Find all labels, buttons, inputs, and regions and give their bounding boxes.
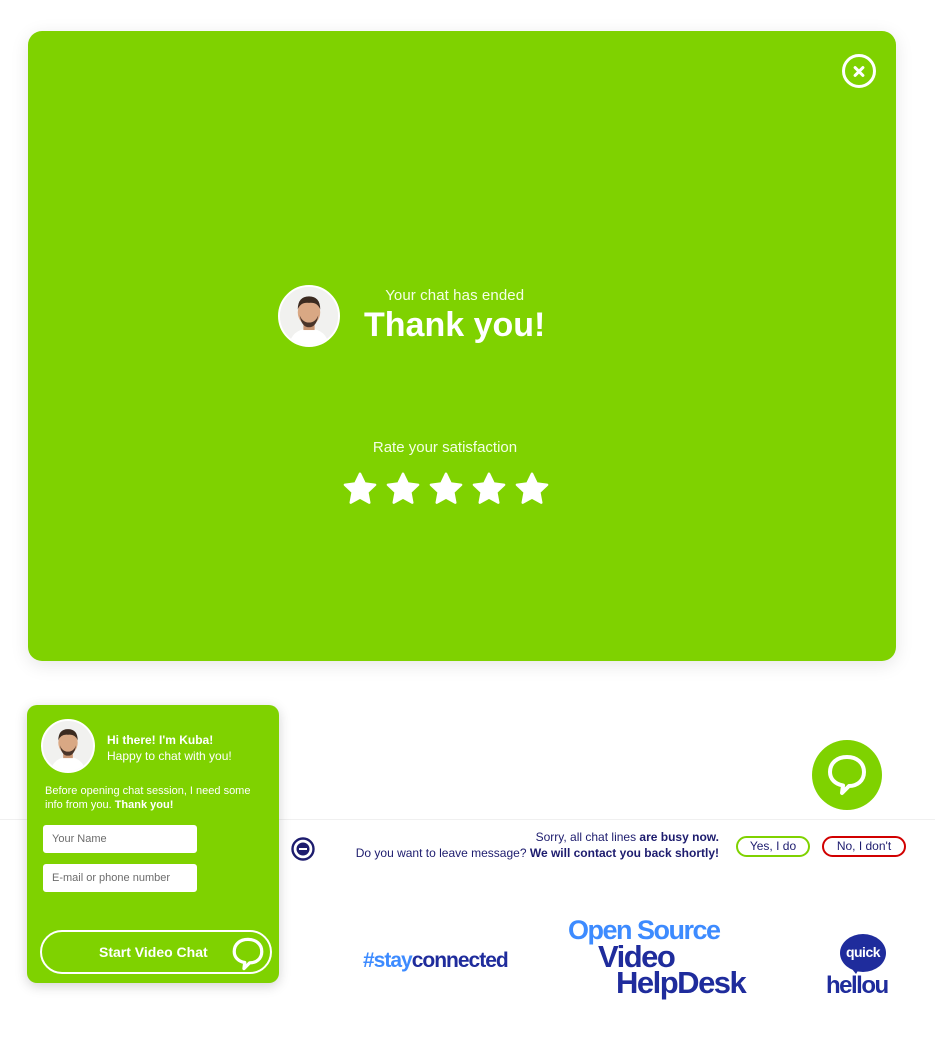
no-leave-message-button[interactable]: No, I don't bbox=[822, 836, 906, 857]
greeting-title: Hi there! I'm Kuba! bbox=[107, 733, 214, 747]
chat-bubble-icon bbox=[828, 755, 866, 795]
rate-satisfaction-label: Rate your satisfaction bbox=[372, 439, 518, 456]
chat-ended-panel: Your chat has ended Thank you! Rate your… bbox=[28, 31, 896, 661]
yes-leave-message-button[interactable]: Yes, I do bbox=[736, 836, 810, 857]
busy-line-2: Do you want to leave message? We will co… bbox=[355, 846, 719, 860]
start-video-chat-button[interactable]: Start Video Chat bbox=[40, 930, 272, 974]
rating-stars bbox=[342, 471, 550, 507]
agent-avatar bbox=[278, 285, 340, 347]
name-input[interactable] bbox=[43, 825, 197, 853]
chat-launcher-button[interactable] bbox=[812, 740, 882, 810]
busy-line-1: Sorry, all chat lines are busy now. bbox=[535, 830, 719, 844]
stayconnected-logo: #stayconnected bbox=[363, 949, 509, 972]
chat-bubble-icon bbox=[232, 937, 264, 971]
start-video-chat-label: Start Video Chat bbox=[99, 944, 208, 960]
chat-ended-title: Thank you! bbox=[364, 306, 546, 344]
agent-avatar bbox=[41, 719, 95, 773]
widget-info-text: Before opening chat session, I need some… bbox=[45, 785, 251, 811]
star-icon[interactable] bbox=[471, 471, 507, 507]
open-source-helpdesk-logo: Open Source Video HelpDesk bbox=[568, 915, 747, 1000]
greeting-subtitle: Happy to chat with you! bbox=[107, 749, 232, 763]
star-icon[interactable] bbox=[428, 471, 464, 507]
agent-header: Your chat has ended Thank you! bbox=[278, 285, 545, 347]
busy-message: Sorry, all chat lines are busy now. Do y… bbox=[323, 829, 719, 861]
contact-input[interactable] bbox=[43, 864, 197, 892]
quickhellou-logo: quick hellou bbox=[826, 934, 902, 999]
star-icon[interactable] bbox=[342, 471, 378, 507]
ended-texts: Your chat has ended Thank you! bbox=[364, 287, 545, 345]
chat-ended-subtitle: Your chat has ended bbox=[385, 287, 525, 304]
widget-greeting: Hi there! I'm Kuba! Happy to chat with y… bbox=[107, 732, 232, 764]
close-icon[interactable] bbox=[842, 54, 876, 88]
star-icon[interactable] bbox=[385, 471, 421, 507]
prechat-widget: Hi there! I'm Kuba! Happy to chat with y… bbox=[27, 705, 279, 983]
minus-circle-icon bbox=[291, 837, 315, 861]
star-icon[interactable] bbox=[514, 471, 550, 507]
